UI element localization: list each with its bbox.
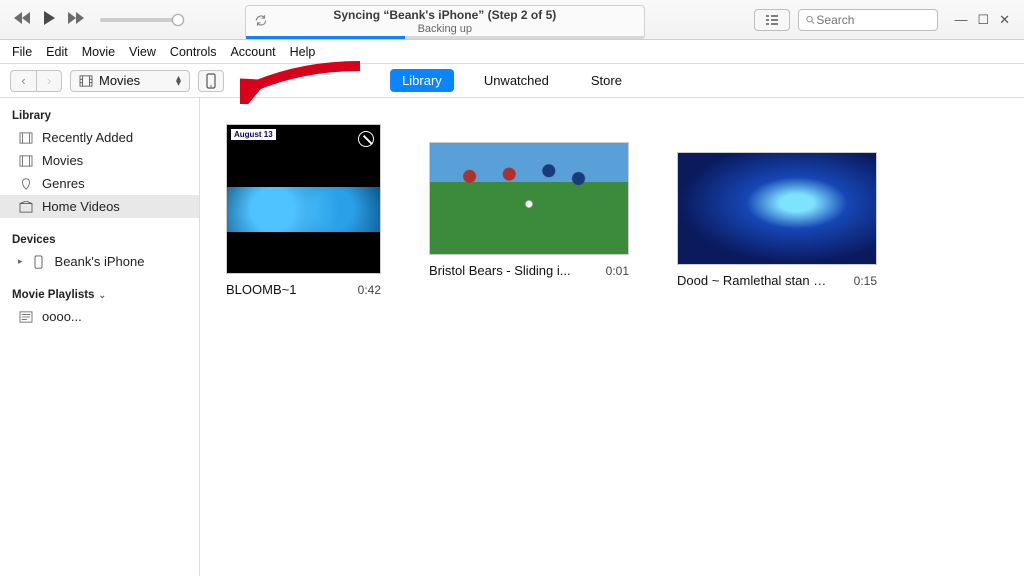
video-duration: 0:42 bbox=[358, 283, 381, 297]
sync-icon bbox=[254, 13, 268, 30]
video-title: BLOOMB~1 bbox=[226, 282, 296, 297]
video-thumbnail[interactable]: August 13 bbox=[226, 124, 381, 274]
sidebar: Library Recently Added Movies Genres Hom… bbox=[0, 98, 200, 576]
maximize-button[interactable]: ☐ bbox=[977, 12, 989, 28]
film-icon bbox=[18, 154, 34, 168]
film-icon bbox=[79, 75, 93, 87]
sidebar-item-label: oooo... bbox=[42, 309, 82, 324]
device-button[interactable] bbox=[198, 70, 224, 92]
menu-account[interactable]: Account bbox=[230, 45, 275, 59]
sidebar-item-home-videos[interactable]: Home Videos bbox=[0, 195, 199, 218]
menu-view[interactable]: View bbox=[129, 45, 156, 59]
menu-file[interactable]: File bbox=[12, 45, 32, 59]
iphone-icon bbox=[31, 255, 47, 269]
unplayed-badge-icon bbox=[358, 131, 374, 147]
back-button[interactable]: ‹ bbox=[10, 70, 36, 92]
sidebar-header-playlists[interactable]: Movie Playlists ⌄ bbox=[0, 285, 199, 305]
video-duration: 0:01 bbox=[606, 264, 629, 278]
sidebar-item-playlist[interactable]: oooo... bbox=[0, 305, 199, 328]
sidebar-item-device[interactable]: ▸ Beank's iPhone bbox=[0, 250, 199, 273]
menu-edit[interactable]: Edit bbox=[46, 45, 68, 59]
chevron-down-icon: ⌄ bbox=[98, 290, 106, 301]
search-box[interactable] bbox=[798, 9, 938, 31]
iphone-icon bbox=[206, 73, 216, 89]
video-title: Bristol Bears - Sliding i... bbox=[429, 263, 571, 278]
menu-help[interactable]: Help bbox=[290, 45, 316, 59]
search-icon bbox=[805, 14, 816, 26]
playback-controls bbox=[0, 9, 190, 30]
chevron-updown-icon: ▴▾ bbox=[176, 76, 181, 86]
previous-track-button[interactable] bbox=[12, 11, 32, 28]
content-grid: August 13 BLOOMB~1 0:42 Bristol Bears - … bbox=[200, 98, 1024, 576]
next-track-button[interactable] bbox=[66, 11, 86, 28]
right-toolbar: — ☐ ✕ bbox=[754, 9, 1024, 31]
tab-unwatched[interactable]: Unwatched bbox=[472, 69, 561, 92]
sync-progress-bar bbox=[246, 36, 644, 39]
lcd-subtitle: Backing up bbox=[418, 23, 472, 35]
media-category-selector[interactable]: Movies ▴▾ bbox=[70, 70, 190, 92]
video-item[interactable]: Bristol Bears - Sliding i... 0:01 bbox=[429, 124, 629, 278]
video-title: Dood ~ Ramlethal stan acco... bbox=[677, 273, 827, 288]
tab-store[interactable]: Store bbox=[579, 69, 634, 92]
sidebar-item-label: Recently Added bbox=[42, 130, 133, 145]
navigation-toolbar: ‹ › Movies ▴▾ Library Unwatched Store bbox=[0, 64, 1024, 98]
date-badge: August 13 bbox=[231, 129, 276, 140]
view-tabs: Library Unwatched Store bbox=[390, 69, 634, 92]
video-item[interactable]: August 13 BLOOMB~1 0:42 bbox=[226, 124, 381, 297]
sidebar-item-label: Genres bbox=[42, 176, 85, 191]
category-label: Movies bbox=[99, 73, 140, 88]
video-thumbnail[interactable] bbox=[429, 142, 629, 255]
status-lcd: Syncing “Beank's iPhone” (Step 2 of 5) B… bbox=[245, 5, 645, 39]
disclosure-triangle-icon[interactable]: ▸ bbox=[18, 256, 23, 267]
genres-icon bbox=[18, 177, 34, 191]
video-thumbnail[interactable] bbox=[677, 152, 877, 265]
playlist-icon bbox=[18, 310, 34, 324]
play-button[interactable] bbox=[40, 9, 58, 30]
window-controls: — ☐ ✕ bbox=[946, 12, 1018, 28]
list-view-button[interactable] bbox=[754, 9, 790, 31]
player-bar: Syncing “Beank's iPhone” (Step 2 of 5) B… bbox=[0, 0, 1024, 40]
lcd-title: Syncing “Beank's iPhone” (Step 2 of 5) bbox=[333, 8, 556, 22]
menu-bar: File Edit Movie View Controls Account He… bbox=[0, 40, 1024, 64]
sidebar-item-movies[interactable]: Movies bbox=[0, 149, 199, 172]
sidebar-item-label: Home Videos bbox=[42, 199, 120, 214]
video-duration: 0:15 bbox=[854, 274, 877, 288]
sidebar-item-label: Beank's iPhone bbox=[55, 254, 145, 269]
tab-library[interactable]: Library bbox=[390, 69, 454, 92]
close-button[interactable]: ✕ bbox=[999, 12, 1010, 28]
film-icon bbox=[18, 131, 34, 145]
sidebar-item-genres[interactable]: Genres bbox=[0, 172, 199, 195]
sidebar-header-library: Library bbox=[0, 106, 199, 126]
sidebar-item-recently-added[interactable]: Recently Added bbox=[0, 126, 199, 149]
menu-controls[interactable]: Controls bbox=[170, 45, 217, 59]
menu-movie[interactable]: Movie bbox=[82, 45, 115, 59]
sidebar-header-devices: Devices bbox=[0, 230, 199, 250]
video-item[interactable]: Dood ~ Ramlethal stan acco... 0:15 bbox=[677, 124, 877, 288]
forward-button[interactable]: › bbox=[36, 70, 62, 92]
volume-slider[interactable] bbox=[100, 18, 178, 22]
home-video-icon bbox=[18, 200, 34, 214]
annotation-arrow bbox=[240, 58, 370, 104]
sidebar-item-label: Movies bbox=[42, 153, 83, 168]
minimize-button[interactable]: — bbox=[954, 12, 967, 28]
search-input[interactable] bbox=[816, 13, 931, 27]
